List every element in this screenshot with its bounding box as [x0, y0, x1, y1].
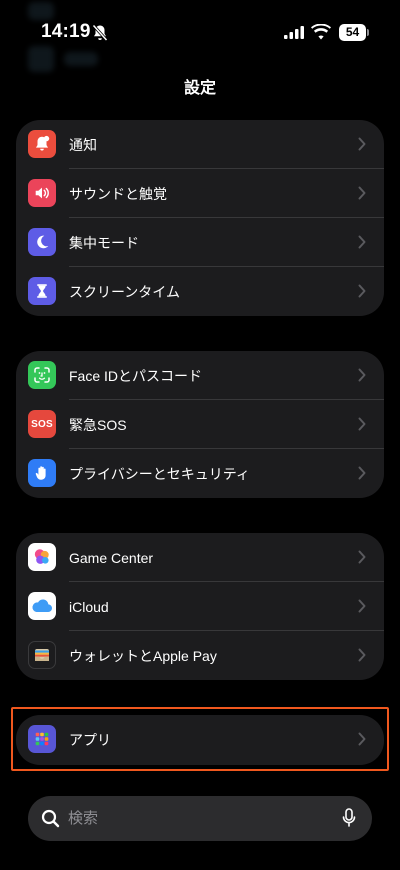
wallet-icon — [28, 641, 56, 669]
search-bar[interactable] — [28, 796, 372, 841]
page-title: 設定 — [183, 78, 216, 97]
search-input[interactable] — [68, 796, 328, 841]
settings-row-notifications[interactable]: 通知 — [16, 120, 384, 169]
chevron-right-icon — [358, 284, 366, 298]
status-bar: 14:19 54 — [0, 0, 400, 62]
background-ghost — [28, 2, 54, 20]
settings-group-1: 通知 サウンドと触覚 集中モード スクリーンタイム — [16, 120, 384, 316]
bell-icon — [28, 130, 56, 158]
chevron-right-icon — [358, 417, 366, 431]
search-icon — [41, 809, 60, 828]
settings-row-face-id[interactable]: Face IDとパスコード — [16, 351, 384, 400]
speaker-icon — [28, 179, 56, 207]
settings-group-2: Face IDとパスコード SOS 緊急SOS プライバシーとセキュリティ — [16, 351, 384, 498]
settings-row-label: 緊急SOS — [69, 416, 127, 433]
settings-row-label: Face IDとパスコード — [69, 367, 203, 384]
settings-row-game-center[interactable]: Game Center — [16, 533, 384, 582]
battery-tip — [367, 29, 369, 36]
cellular-signal-icon — [284, 26, 304, 39]
settings-row-label: ウォレットとApple Pay — [69, 647, 217, 664]
settings-group-3: Game Center iCloud ウォレットとApple Pay — [16, 533, 384, 680]
settings-row-label: Game Center — [69, 549, 154, 566]
icloud-icon — [28, 592, 56, 620]
chevron-right-icon — [358, 550, 366, 564]
hourglass-icon — [28, 277, 56, 305]
chevron-right-icon — [358, 137, 366, 151]
settings-row-icloud[interactable]: iCloud — [16, 582, 384, 631]
selection-highlight — [11, 707, 389, 771]
background-ghost — [28, 46, 54, 72]
moon-icon — [28, 228, 56, 256]
settings-row-wallet[interactable]: ウォレットとApple Pay — [16, 631, 384, 680]
settings-row-sounds[interactable]: サウンドと触覚 — [16, 169, 384, 218]
chevron-right-icon — [358, 186, 366, 200]
status-time: 14:19 — [41, 21, 91, 42]
chevron-right-icon — [358, 466, 366, 480]
faceid-icon — [28, 361, 56, 389]
settings-row-label: 通知 — [69, 136, 97, 153]
settings-row-label: iCloud — [69, 598, 109, 615]
settings-row-label: サウンドと触覚 — [69, 185, 167, 202]
chevron-right-icon — [358, 235, 366, 249]
wifi-icon — [311, 24, 331, 40]
game-center-icon — [28, 543, 56, 571]
settings-row-privacy[interactable]: プライバシーとセキュリティ — [16, 449, 384, 498]
settings-row-label: スクリーンタイム — [69, 283, 181, 300]
hand-icon — [28, 459, 56, 487]
battery-indicator: 54 — [339, 24, 369, 41]
settings-row-emergency-sos[interactable]: SOS 緊急SOS — [16, 400, 384, 449]
settings-row-focus[interactable]: 集中モード — [16, 218, 384, 267]
chevron-right-icon — [358, 599, 366, 613]
settings-row-label: プライバシーとセキュリティ — [69, 465, 250, 482]
bell-slash-icon — [92, 24, 108, 42]
settings-row-label: 集中モード — [69, 234, 139, 251]
background-ghost — [64, 52, 98, 66]
chevron-right-icon — [358, 368, 366, 382]
microphone-icon[interactable] — [342, 808, 356, 828]
settings-row-screen-time[interactable]: スクリーンタイム — [16, 267, 384, 316]
battery-level: 54 — [339, 24, 366, 41]
sos-icon: SOS — [28, 410, 56, 438]
chevron-right-icon — [358, 648, 366, 662]
